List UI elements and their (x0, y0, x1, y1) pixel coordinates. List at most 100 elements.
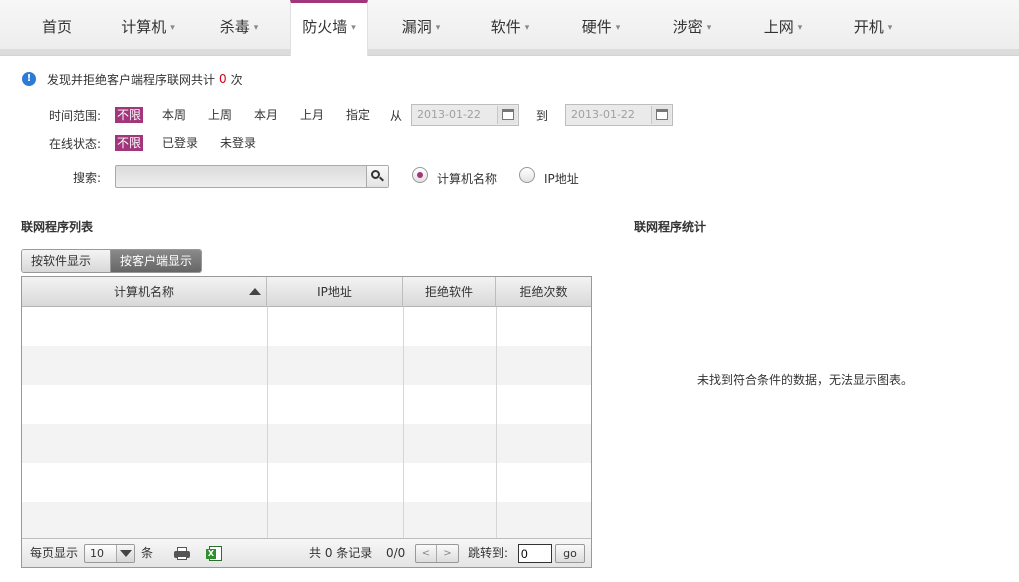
notice-count: 0 (219, 72, 227, 86)
chevron-down-icon: ▾ (435, 23, 441, 33)
from-date-picker-button[interactable] (497, 106, 517, 124)
top-navigation: 首页 计算机 ▾ 杀毒 ▾ 防火墙 ▾ 漏洞 ▾ 软件 ▾ 硬件 ▾ 涉密 ▾ 上网 ▾ 开机 ▾ (0, 0, 1019, 56)
program-table: 计算机名称 IP地址 拒绝软件 拒绝次数 每页显示 10 条 X 共 0 条记录… (21, 276, 592, 568)
view-by-software-button[interactable]: 按软件显示 (22, 250, 111, 272)
per-page-value: 10 (90, 547, 104, 560)
tab-firewall[interactable]: 防火墙 ▾ (290, 0, 368, 56)
tab-firewall-label: 防火墙 (302, 18, 348, 36)
table-row (22, 385, 591, 424)
tab-home-label: 首页 (41, 18, 72, 36)
radio-computer-name[interactable] (412, 167, 428, 183)
status-option-any[interactable]: 不限 (115, 135, 144, 151)
radio-ip-address[interactable] (519, 167, 535, 183)
time-option-custom[interactable]: 指定 (346, 107, 370, 123)
chevron-down-icon (116, 545, 134, 562)
chevron-down-icon: ▾ (887, 23, 893, 33)
radio-ip-address-label: IP地址 (544, 172, 579, 186)
notice-prefix: 发现并拒绝客户端程序联网共计 (47, 72, 216, 87)
excel-export-icon[interactable]: X (206, 546, 222, 561)
column-computer-name-label: 计算机名称 (113, 285, 174, 299)
column-denied-count-label: 拒绝次数 (519, 285, 568, 299)
tab-software[interactable]: 软件 ▾ (477, 0, 543, 50)
chevron-down-icon: ▾ (253, 23, 259, 33)
tab-vulnerability[interactable]: 漏洞 ▾ (388, 0, 454, 50)
radio-computer-name-label: 计算机名称 (437, 172, 498, 186)
notice-bar: ! 发现并拒绝客户端程序联网共计 0 次 (22, 70, 243, 88)
page-indicator: 0/0 (386, 546, 406, 560)
tab-classified[interactable]: 涉密 ▾ (659, 0, 725, 50)
per-page-select[interactable]: 10 (84, 544, 135, 563)
search-button[interactable] (366, 166, 388, 187)
tab-boot[interactable]: 开机 ▾ (840, 0, 906, 50)
to-label: 到 (536, 109, 549, 123)
sort-ascending-icon (249, 288, 261, 295)
table-row (22, 502, 591, 538)
notice-suffix: 次 (230, 72, 243, 87)
column-denied-count[interactable]: 拒绝次数 (496, 277, 591, 307)
go-button[interactable]: go (555, 544, 585, 563)
chevron-down-icon: ▾ (351, 23, 356, 33)
to-date-picker-button[interactable] (651, 106, 671, 124)
from-label: 从 (390, 109, 403, 123)
per-page-unit: 条 (141, 546, 154, 560)
chevron-down-icon: ▾ (615, 23, 621, 33)
time-option-any[interactable]: 不限 (115, 107, 144, 123)
calendar-icon (502, 109, 514, 120)
tab-antivirus[interactable]: 杀毒 ▾ (206, 0, 272, 50)
column-divider (403, 307, 404, 538)
to-date-value: 2013-01-22 (571, 108, 635, 121)
view-by-client-button[interactable]: 按客户端显示 (111, 250, 201, 272)
tab-computer[interactable]: 计算机 ▾ (108, 0, 188, 50)
chevron-down-icon: ▾ (170, 23, 175, 33)
tab-internet-label: 上网 (763, 18, 794, 36)
column-divider (496, 307, 497, 538)
view-toggle: 按软件显示 按客户端显示 (21, 249, 202, 273)
program-stats-title: 联网程序统计 (634, 220, 707, 234)
search-input[interactable] (116, 166, 366, 187)
column-divider (267, 307, 268, 538)
tab-computer-label: 计算机 (121, 18, 167, 36)
tab-internet[interactable]: 上网 ▾ (750, 0, 816, 50)
column-computer-name[interactable]: 计算机名称 (22, 277, 267, 307)
per-page-label: 每页显示 (30, 546, 79, 560)
status-option-logged-out[interactable]: 未登录 (220, 135, 256, 151)
status-option-logged-in[interactable]: 已登录 (162, 135, 198, 151)
next-page-button[interactable]: > (437, 545, 458, 562)
time-option-this-month[interactable]: 本月 (254, 107, 278, 123)
table-row (22, 424, 591, 463)
time-range-label: 时间范围: (49, 109, 102, 123)
search-box (115, 165, 389, 188)
printer-icon[interactable] (174, 547, 190, 560)
table-footer: 每页显示 10 条 X 共 0 条记录 0/0 < > 跳转到: go (22, 538, 591, 567)
to-date-field[interactable]: 2013-01-22 (565, 104, 673, 126)
column-ip-address-label: IP地址 (317, 285, 352, 299)
search-label: 搜索: (73, 171, 102, 185)
table-header: 计算机名称 IP地址 拒绝软件 拒绝次数 (22, 277, 591, 307)
jump-label: 跳转到: (468, 546, 509, 560)
tab-software-label: 软件 (490, 18, 521, 36)
column-denied-software-label: 拒绝软件 (424, 285, 473, 299)
table-row (22, 346, 591, 385)
calendar-icon (656, 109, 668, 120)
pager: < > (415, 544, 459, 563)
chevron-down-icon: ▾ (524, 23, 530, 33)
prev-page-button[interactable]: < (416, 545, 437, 562)
time-option-last-week[interactable]: 上周 (208, 107, 232, 123)
table-row (22, 463, 591, 502)
tab-antivirus-label: 杀毒 (219, 18, 250, 36)
tab-boot-label: 开机 (853, 18, 884, 36)
column-denied-software[interactable]: 拒绝软件 (403, 277, 496, 307)
time-option-this-week[interactable]: 本周 (162, 107, 186, 123)
jump-page-input[interactable] (518, 544, 552, 563)
column-ip-address[interactable]: IP地址 (267, 277, 403, 307)
tab-home[interactable]: 首页 (28, 0, 86, 50)
tab-classified-label: 涉密 (672, 18, 703, 36)
total-records: 共 0 条记录 (309, 546, 373, 560)
chevron-down-icon: ▾ (797, 23, 803, 33)
from-date-field[interactable]: 2013-01-22 (411, 104, 519, 126)
online-status-label: 在线状态: (49, 137, 102, 151)
info-icon: ! (22, 72, 36, 86)
time-option-last-month[interactable]: 上月 (300, 107, 324, 123)
tab-hardware[interactable]: 硬件 ▾ (568, 0, 634, 50)
from-date-value: 2013-01-22 (417, 108, 481, 121)
